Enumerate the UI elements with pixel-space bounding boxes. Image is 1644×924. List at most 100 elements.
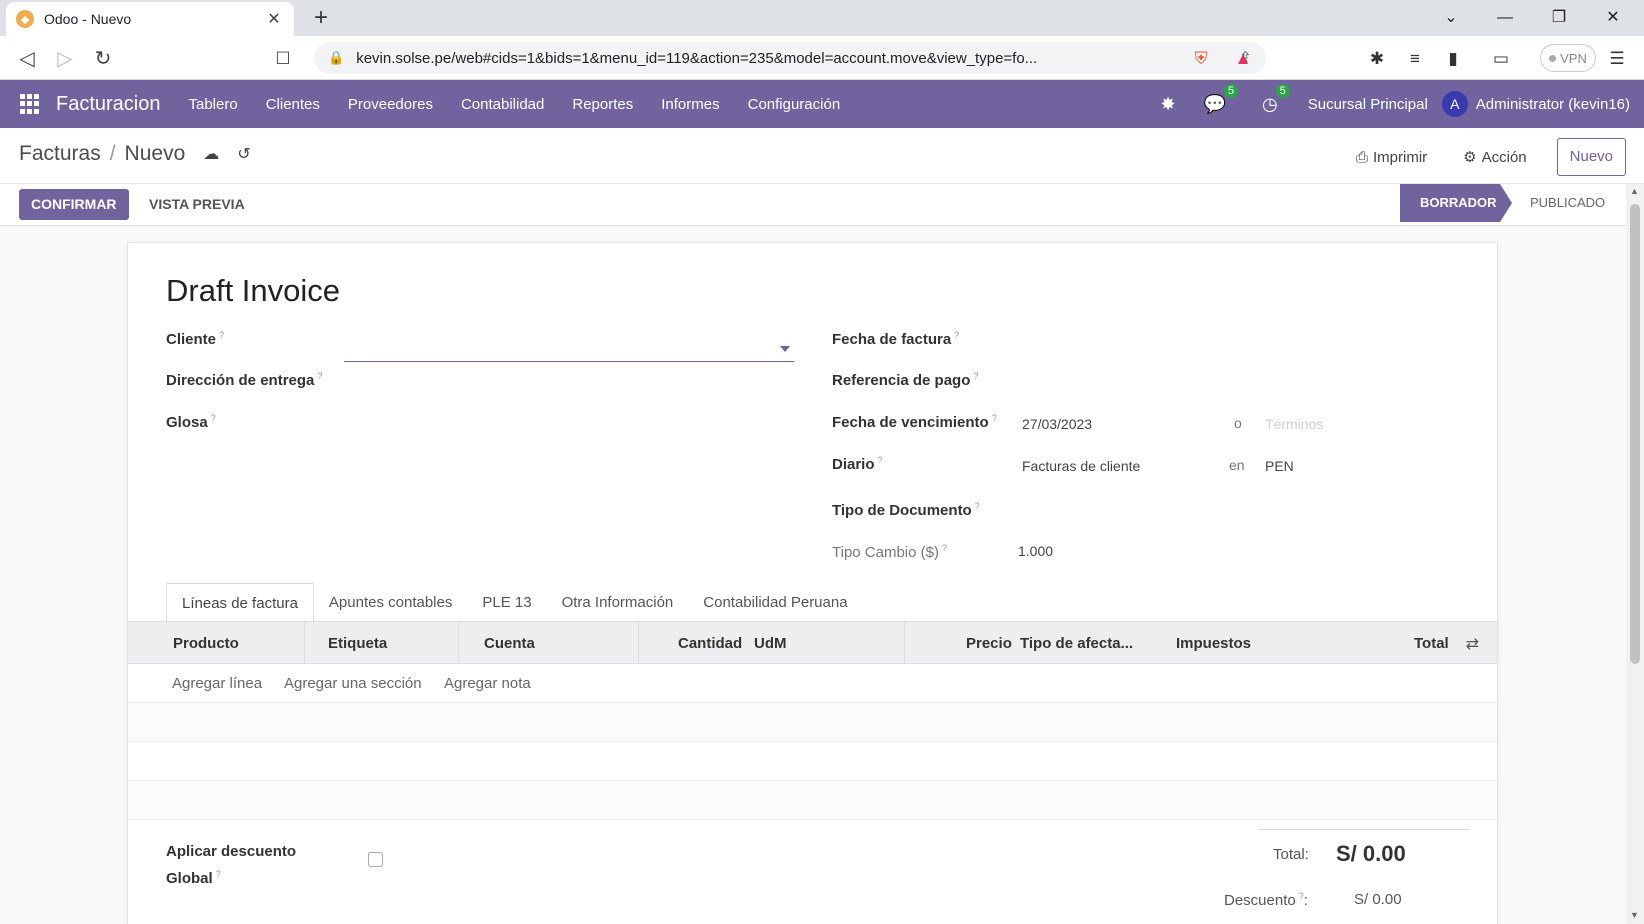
add-line-row: Agregar línea Agregar una sección Agrega…: [128, 664, 1497, 703]
restore-button[interactable]: ❐: [1532, 0, 1586, 36]
scroll-thumb[interactable]: [1630, 204, 1640, 664]
currency-input[interactable]: PEN: [1265, 458, 1294, 474]
back-icon[interactable]: ◁: [12, 44, 42, 74]
col-producto[interactable]: Producto: [173, 622, 239, 665]
vpn-status-icon: [1549, 54, 1557, 62]
menu-clientes[interactable]: Clientes: [252, 96, 334, 113]
menu-proveedores[interactable]: Proveedores: [334, 96, 447, 113]
col-cantidad[interactable]: Cantidad: [678, 622, 742, 665]
scrollbar[interactable]: ▲ ▼: [1626, 184, 1644, 924]
preview-button[interactable]: VISTA PREVIA: [149, 189, 245, 220]
referencia-pago-label: Referencia de pago?: [832, 371, 979, 389]
terminos-input[interactable]: Términos: [1265, 416, 1323, 432]
extensions-icon[interactable]: ✱: [1364, 46, 1390, 72]
menu-tablero[interactable]: Tablero: [175, 96, 252, 113]
save-cloud-icon[interactable]: ☁: [203, 144, 219, 164]
print-button[interactable]: ⎙ Imprimir: [1356, 149, 1427, 166]
vpn-button[interactable]: VPN: [1540, 44, 1596, 72]
gear-icon: ⚙: [1463, 149, 1477, 166]
empty-row: [128, 742, 1497, 781]
brave-rewards-icon[interactable]: ▲: [1230, 46, 1256, 72]
breadcrumb-separator: /: [109, 142, 116, 165]
app-name[interactable]: Facturacion: [56, 93, 161, 116]
form-statusbar: CONFIRMAR VISTA PREVIA BORRADOR PUBLICAD…: [0, 184, 1644, 226]
notebook-tabs: Líneas de factura Apuntes contables PLE …: [166, 583, 863, 622]
tab-contabilidad-peruana[interactable]: Contabilidad Peruana: [688, 583, 862, 622]
activities-clock-icon[interactable]: ◷ 5: [1262, 83, 1290, 115]
column-divider: [304, 622, 305, 663]
direccion-label: Dirección de entrega?: [166, 371, 323, 389]
tab-lineas-factura[interactable]: Líneas de factura: [166, 583, 314, 622]
sidebar-icon[interactable]: ▮: [1440, 46, 1466, 72]
new-button[interactable]: Nuevo: [1556, 138, 1626, 176]
discard-undo-icon[interactable]: ↺: [237, 144, 250, 164]
col-precio[interactable]: Precio: [966, 622, 1012, 665]
tab-apuntes-contables[interactable]: Apuntes contables: [314, 583, 467, 622]
browser-menu-icon[interactable]: ☰: [1604, 46, 1630, 72]
new-tab-button[interactable]: +: [308, 4, 334, 32]
col-cuenta[interactable]: Cuenta: [484, 622, 535, 665]
global-discount-checkbox[interactable]: [368, 852, 383, 867]
col-impuestos[interactable]: Impuestos: [1176, 622, 1251, 665]
odoo-favicon-icon: ◆: [16, 10, 34, 28]
address-bar[interactable]: 🔒 kevin.solse.pe/web#cids=1&bids=1&menu_…: [314, 42, 1266, 74]
fecha-factura-label: Fecha de factura?: [832, 330, 960, 348]
branch-switcher[interactable]: Sucursal Principal: [1308, 96, 1428, 113]
add-section-link[interactable]: Agregar una sección: [284, 664, 422, 703]
action-label: Acción: [1481, 148, 1527, 166]
messages-icon[interactable]: 💬 5: [1204, 83, 1238, 115]
empty-row: [128, 703, 1497, 742]
printer-icon: ⎙: [1355, 148, 1368, 166]
add-line-link[interactable]: Agregar línea: [172, 664, 262, 703]
scroll-up-icon[interactable]: ▲: [1630, 186, 1639, 196]
brave-shield-icon[interactable]: ⛨: [1188, 46, 1214, 72]
fecha-vencimiento-label: Fecha de vencimiento?: [832, 413, 997, 431]
menu-contabilidad[interactable]: Contabilidad: [447, 96, 558, 113]
tab-ple-13[interactable]: PLE 13: [467, 583, 546, 622]
stage-publicado[interactable]: PUBLICADO: [1530, 184, 1605, 222]
diario-label: Diario?: [832, 455, 883, 473]
browser-tab-title: Odoo - Nuevo: [44, 11, 132, 27]
fecha-vencimiento-input[interactable]: 27/03/2023: [1022, 416, 1092, 432]
dropdown-caret-icon[interactable]: [780, 346, 790, 352]
col-etiqueta[interactable]: Etiqueta: [328, 622, 387, 665]
menu-reportes[interactable]: Reportes: [558, 96, 647, 113]
tipo-cambio-label: Tipo Cambio ($)?: [832, 543, 947, 561]
stage-borrador[interactable]: BORRADOR: [1400, 184, 1512, 222]
minimize-button[interactable]: —: [1478, 0, 1532, 36]
odoo-navbar: Facturacion Tablero Clientes Proveedores…: [0, 80, 1644, 128]
close-window-button[interactable]: ✕: [1586, 0, 1640, 36]
optional-columns-icon[interactable]: ⇄: [1466, 634, 1479, 654]
glosa-label: Glosa?: [166, 413, 216, 431]
col-tipo-afectacion[interactable]: Tipo de afecta...: [1020, 622, 1133, 665]
col-total[interactable]: Total: [1414, 622, 1449, 665]
column-divider: [638, 622, 639, 663]
totals-divider: [1258, 829, 1470, 830]
col-udm[interactable]: UdM: [754, 622, 787, 665]
scroll-down-icon[interactable]: ▼: [1630, 910, 1639, 920]
wallet-icon[interactable]: ▭: [1488, 46, 1514, 72]
tab-search-icon[interactable]: ⌄: [1424, 0, 1478, 36]
user-menu[interactable]: Administrator (kevin16): [1476, 96, 1630, 113]
debug-bug-icon[interactable]: ✸: [1160, 94, 1175, 115]
total-value: S/ 0.00: [1336, 841, 1406, 866]
forward-icon[interactable]: ▷: [50, 44, 80, 74]
menu-configuracion[interactable]: Configuración: [734, 96, 855, 113]
tab-otra-informacion[interactable]: Otra Información: [547, 583, 689, 622]
avatar[interactable]: A: [1441, 91, 1468, 117]
empty-row: [128, 781, 1497, 820]
apps-menu-icon[interactable]: [20, 94, 40, 114]
close-tab-icon[interactable]: ✕: [264, 9, 284, 29]
bookmark-icon[interactable]: ☐: [268, 44, 298, 74]
breadcrumb-facturas[interactable]: Facturas: [19, 142, 101, 166]
add-note-link[interactable]: Agregar nota: [444, 664, 531, 703]
action-button[interactable]: ⚙ Acción: [1463, 148, 1527, 167]
menu-informes[interactable]: Informes: [647, 96, 733, 113]
confirm-button[interactable]: CONFIRMAR: [19, 189, 129, 220]
reload-icon[interactable]: ↻: [88, 44, 118, 74]
diario-input[interactable]: Facturas de cliente: [1022, 458, 1140, 474]
cliente-input[interactable]: [344, 338, 794, 362]
browser-tab[interactable]: ◆ Odoo - Nuevo ✕: [6, 2, 294, 36]
column-divider: [904, 622, 905, 663]
playlist-icon[interactable]: ≡: [1402, 46, 1428, 72]
